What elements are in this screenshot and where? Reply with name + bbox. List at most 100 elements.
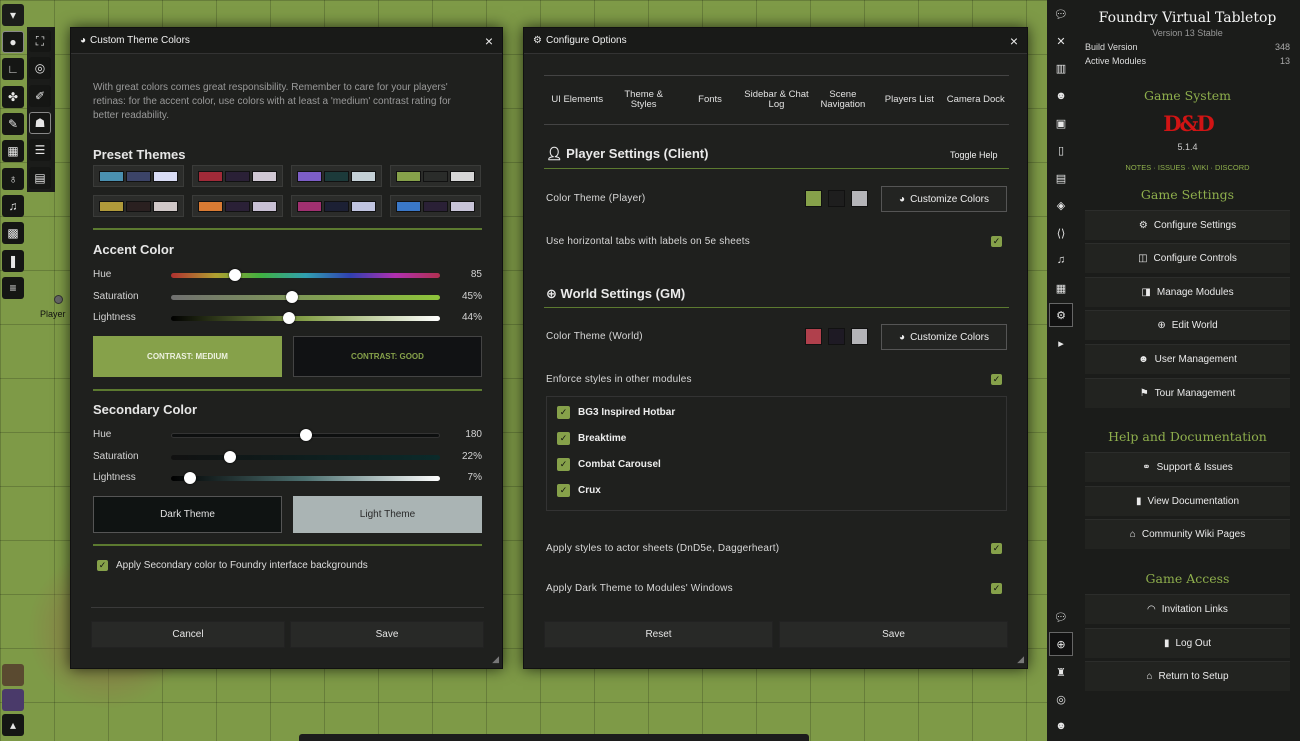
- actor-sheets-checkbox[interactable]: ✓: [991, 543, 1002, 554]
- player-token[interactable]: [54, 295, 63, 304]
- settings-tab-icon[interactable]: ⚙: [1049, 303, 1073, 327]
- accent-lightness-slider[interactable]: Lightness 44%: [93, 310, 482, 326]
- slider-knob[interactable]: [299, 429, 312, 441]
- invitation-links-button[interactable]: ◠ Invitation Links: [1085, 594, 1290, 624]
- checkbox-checked-icon[interactable]: ✓: [557, 458, 570, 471]
- preset-theme-7[interactable]: [291, 195, 382, 217]
- collapse-sidebar-icon[interactable]: ▸: [1049, 331, 1073, 355]
- select-tool-icon[interactable]: ⛶: [29, 30, 51, 52]
- enforce-styles-checkbox[interactable]: ✓: [991, 374, 1002, 385]
- accent-saturation-slider[interactable]: Saturation 45%: [93, 289, 482, 305]
- scenes-tab-icon[interactable]: ▥: [1049, 56, 1073, 80]
- hotbar-strip[interactable]: [299, 734, 809, 741]
- tab-sidebar-chat[interactable]: Sidebar & Chat Log: [743, 76, 809, 124]
- customize-colors-player-button[interactable]: ◕ Customize Colors: [881, 186, 1007, 212]
- checkbox-checked-icon[interactable]: ✓: [557, 484, 570, 497]
- preset-theme-2[interactable]: [192, 165, 283, 187]
- apply-secondary-option[interactable]: ✓ Apply Secondary color to Foundry inter…: [97, 560, 368, 571]
- measure-controls-icon[interactable]: ∟: [2, 58, 24, 80]
- tab-players-list[interactable]: Players List: [876, 76, 942, 124]
- module-item[interactable]: ✓ BG3 Inspired Hotbar: [557, 406, 675, 419]
- secondary-hue-slider[interactable]: Hue 180: [93, 427, 482, 443]
- edit-world-button[interactable]: ⊕ Edit World: [1085, 310, 1290, 340]
- tables-tab-icon[interactable]: ▤: [1049, 166, 1073, 190]
- module-list[interactable]: ✓ BG3 Inspired Hotbar ✓ Breaktime ✓ Combat …: [546, 396, 1007, 511]
- view-documentation-button[interactable]: ▮ View Documentation: [1085, 486, 1290, 516]
- dark-modules-checkbox[interactable]: ✓: [991, 583, 1002, 594]
- tab-fonts[interactable]: Fonts: [677, 76, 743, 124]
- lighting-controls-icon[interactable]: ♁: [2, 168, 24, 190]
- module-item[interactable]: ✓ Crux: [557, 484, 601, 497]
- globe-icon[interactable]: ⊕: [1049, 632, 1073, 656]
- regions-controls-icon[interactable]: ▩: [2, 222, 24, 244]
- list-controls-icon[interactable]: ≡: [2, 277, 24, 299]
- secondary-saturation-slider[interactable]: Saturation 22%: [93, 449, 482, 465]
- players-toggle-icon[interactable]: ▴: [2, 714, 24, 736]
- sound-controls-icon[interactable]: ♫: [2, 195, 24, 217]
- preset-theme-6[interactable]: [192, 195, 283, 217]
- checkbox-checked-icon[interactable]: ✓: [557, 432, 570, 445]
- user-management-button[interactable]: ☻ User Management: [1085, 344, 1290, 374]
- chat-bubble-icon[interactable]: 💬︎: [1049, 605, 1073, 629]
- film-tool-icon[interactable]: ▤: [29, 167, 51, 189]
- token-tool-icon[interactable]: ☗: [29, 112, 51, 134]
- configure-settings-button[interactable]: ⚙ Configure Settings: [1085, 210, 1290, 240]
- accent-hue-slider[interactable]: Hue 85: [93, 267, 482, 283]
- chat-tab-icon[interactable]: 💬︎: [1049, 2, 1073, 26]
- manage-modules-button[interactable]: ◨ Manage Modules: [1085, 277, 1290, 307]
- drawing-controls-icon[interactable]: ✎: [2, 113, 24, 135]
- avatar-player-1[interactable]: [2, 664, 24, 686]
- preset-theme-4[interactable]: [390, 165, 481, 187]
- preset-theme-5[interactable]: [93, 195, 184, 217]
- slider-knob[interactable]: [183, 472, 196, 484]
- support-issues-button[interactable]: ⚭ Support & Issues: [1085, 452, 1290, 482]
- tab-ui-elements[interactable]: UI Elements: [544, 76, 610, 124]
- preset-theme-8[interactable]: [390, 195, 481, 217]
- macros-tab-icon[interactable]: ⟨⟩: [1049, 221, 1073, 245]
- tab-theme-styles[interactable]: Theme & Styles: [610, 76, 676, 124]
- items-tab-icon[interactable]: ▣: [1049, 111, 1073, 135]
- journal-tab-icon[interactable]: ▯: [1049, 138, 1073, 162]
- light-theme-preview[interactable]: Light Theme: [293, 496, 482, 533]
- customize-colors-world-button[interactable]: ◕ Customize Colors: [881, 324, 1007, 350]
- dark-theme-preview[interactable]: Dark Theme: [93, 496, 282, 533]
- slider-knob[interactable]: [286, 291, 299, 303]
- eye-slash-icon[interactable]: ◎: [1049, 687, 1073, 711]
- walls-controls-icon[interactable]: ▦: [2, 140, 24, 162]
- resize-handle-icon[interactable]: ◢: [492, 654, 499, 665]
- resize-handle-icon[interactable]: ◢: [1017, 654, 1024, 665]
- user-icon[interactable]: ☻: [1049, 714, 1073, 738]
- module-item[interactable]: ✓ Breaktime: [557, 432, 626, 445]
- tiles-controls-icon[interactable]: ✤: [2, 86, 24, 108]
- checkbox-checked-icon[interactable]: ✓: [557, 406, 570, 419]
- notes-controls-icon[interactable]: ❚: [2, 250, 24, 272]
- preset-theme-1[interactable]: [93, 165, 184, 187]
- combat-tab-icon[interactable]: ✕: [1049, 29, 1073, 53]
- close-icon[interactable]: ×: [1010, 33, 1018, 49]
- playlists-tab-icon[interactable]: ♫: [1049, 248, 1073, 272]
- compendium-tab-icon[interactable]: ▦: [1049, 276, 1073, 300]
- save-button[interactable]: Save: [290, 621, 484, 648]
- checkbox-checked-icon[interactable]: ✓: [97, 560, 108, 571]
- slider-knob[interactable]: [228, 269, 241, 281]
- avatar-player-2[interactable]: [2, 689, 24, 711]
- target-tool-icon[interactable]: ◎: [29, 57, 51, 79]
- tab-scene-navigation[interactable]: Scene Navigation: [810, 76, 876, 124]
- toggle-help-link[interactable]: Toggle Help: [950, 150, 998, 160]
- horizontal-tabs-checkbox[interactable]: ✓: [991, 236, 1002, 247]
- ruler-tool-icon[interactable]: ✐: [29, 85, 51, 107]
- close-icon[interactable]: ×: [485, 33, 493, 49]
- actors-tab-icon[interactable]: ☻: [1049, 84, 1073, 108]
- tower-icon[interactable]: ♜: [1049, 660, 1073, 684]
- reset-button[interactable]: Reset: [544, 621, 773, 648]
- module-item[interactable]: ✓ Combat Carousel: [557, 458, 661, 471]
- collapse-controls-icon[interactable]: ▾: [2, 4, 24, 26]
- log-out-button[interactable]: ▮ Log Out: [1085, 628, 1290, 658]
- configure-controls-button[interactable]: ◫ Configure Controls: [1085, 243, 1290, 273]
- community-wiki-button[interactable]: ⌂ Community Wiki Pages: [1085, 519, 1290, 549]
- cards-tab-icon[interactable]: ◈: [1049, 193, 1073, 217]
- save-button[interactable]: Save: [779, 621, 1008, 648]
- return-setup-button[interactable]: ⌂ Return to Setup: [1085, 661, 1290, 691]
- system-links[interactable]: NOTES · ISSUES · WIKI · DISCORD: [1075, 163, 1300, 172]
- slider-knob[interactable]: [283, 312, 296, 324]
